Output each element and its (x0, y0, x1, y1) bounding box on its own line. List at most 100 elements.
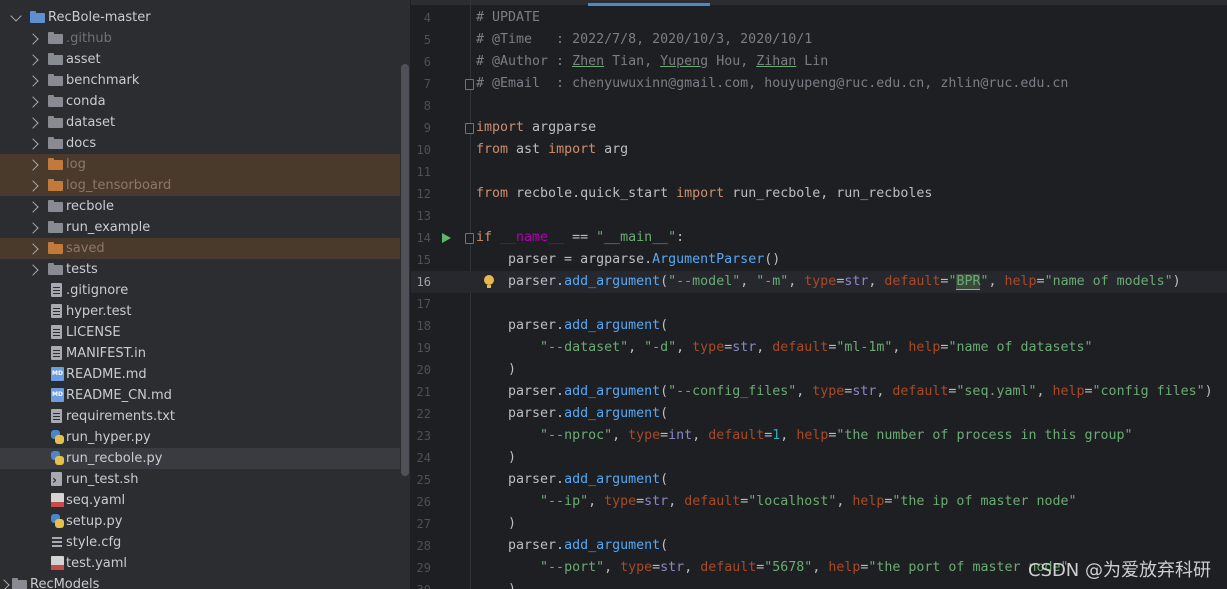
tree-item-run-recbole-py[interactable]: run_recbole.py (0, 448, 400, 469)
tree-item-requirements-txt[interactable]: requirements.txt (0, 406, 400, 427)
line-number[interactable]: 4 (411, 7, 431, 29)
tree-item-run-example[interactable]: run_example (0, 217, 400, 238)
tree-item-conda[interactable]: conda (0, 91, 400, 112)
code-line[interactable]: 27 ) (411, 513, 1227, 535)
tree-item-github[interactable]: .github (0, 28, 400, 49)
code-line[interactable]: 28 parser.add_argument( (411, 535, 1227, 557)
code-line[interactable]: 13 (411, 205, 1227, 227)
fold-marker-icon[interactable] (465, 233, 474, 244)
code-line[interactable]: 11 (411, 161, 1227, 183)
code-line[interactable]: 22 parser.add_argument( (411, 403, 1227, 425)
tree-item-log[interactable]: log (0, 154, 400, 175)
code-line[interactable]: 17 (411, 293, 1227, 315)
tree-item-saved[interactable]: saved (0, 238, 400, 259)
tree-item-run-test-sh[interactable]: run_test.sh (0, 469, 400, 491)
tree-item-log-tensorboard[interactable]: log_tensorboard (0, 175, 400, 196)
line-number[interactable]: 13 (411, 205, 431, 227)
code-line[interactable]: 24 ) (411, 447, 1227, 469)
code-line[interactable]: 9 import argparse (411, 117, 1227, 139)
tree-root-recbole-master[interactable]: RecBole-master (0, 7, 400, 28)
tree-item-license[interactable]: LICENSE (0, 322, 400, 343)
line-number[interactable]: 14 (411, 227, 431, 249)
tree-item-dataset[interactable]: dataset (0, 112, 400, 133)
code-line[interactable]: 20 ) (411, 359, 1227, 381)
tree-root-recmodels[interactable]: RecModels (0, 574, 400, 589)
tree-item-setup-py[interactable]: setup.py (0, 511, 400, 532)
line-number[interactable]: 20 (411, 359, 431, 381)
code-line[interactable]: 5 # @Time : 2022/7/8, 2020/10/3, 2020/10/… (411, 29, 1227, 51)
tab-run-recbole-indicator[interactable] (588, 3, 710, 6)
line-number[interactable]: 16 (411, 271, 431, 293)
tree-item-tests[interactable]: tests (0, 259, 400, 280)
chevron-right-icon[interactable] (27, 264, 39, 276)
code-line[interactable]: 12 from recbole.quick_start import run_re… (411, 183, 1227, 205)
line-number[interactable]: 15 (411, 249, 431, 271)
chevron-right-icon[interactable] (0, 579, 10, 589)
tree-item-style-cfg[interactable]: style.cfg (0, 532, 400, 553)
run-gutter-icon[interactable] (442, 233, 451, 243)
chevron-right-icon[interactable] (27, 243, 39, 255)
line-number[interactable]: 9 (411, 117, 431, 139)
line-number[interactable]: 6 (411, 51, 431, 73)
line-number[interactable]: 28 (411, 535, 431, 557)
tree-item-recbole[interactable]: recbole (0, 196, 400, 217)
chevron-right-icon[interactable] (27, 117, 39, 129)
code-line[interactable]: 7 # @Email : chenyuwuxinn@gmail.com, houy… (411, 73, 1227, 95)
tree-item-readme-md[interactable]: MD README.md (0, 364, 400, 385)
code-editor[interactable]: 4 # UPDATE 5 # @Time : 2022/7/8, 2020/10/3,… (411, 0, 1227, 589)
tree-scrollbar[interactable] (401, 64, 409, 476)
fold-marker-icon[interactable] (465, 123, 474, 134)
chevron-right-icon[interactable] (27, 33, 39, 45)
chevron-right-icon[interactable] (27, 54, 39, 66)
tree-item-docs[interactable]: docs (0, 133, 400, 154)
line-number[interactable]: 21 (411, 381, 431, 403)
line-number[interactable]: 26 (411, 491, 431, 513)
line-number[interactable]: 11 (411, 161, 431, 183)
code-line[interactable]: 23 "--nproc", type=int, default=1, help=… (411, 425, 1227, 447)
tree-item-gitignore[interactable]: .gitignore (0, 280, 400, 301)
tree-item-asset[interactable]: asset (0, 49, 400, 70)
line-number[interactable]: 29 (411, 557, 431, 579)
line-number[interactable]: 18 (411, 315, 431, 337)
line-number[interactable]: 5 (411, 29, 431, 51)
tree-item-test-yaml[interactable]: test.yaml (0, 553, 400, 574)
chevron-right-icon[interactable] (27, 222, 39, 234)
chevron-right-icon[interactable] (27, 159, 39, 171)
chevron-right-icon[interactable] (27, 75, 39, 87)
line-number[interactable]: 23 (411, 425, 431, 447)
code-line[interactable]: 25 parser.add_argument( (411, 469, 1227, 491)
chevron-right-icon[interactable] (27, 201, 39, 213)
line-number[interactable]: 25 (411, 469, 431, 491)
chevron-right-icon[interactable] (27, 138, 39, 150)
tree-item-run-hyper-py[interactable]: run_hyper.py (0, 427, 400, 448)
line-number[interactable]: 27 (411, 513, 431, 535)
tree-item-manifest-in[interactable]: MANIFEST.in (0, 343, 400, 364)
code-line[interactable]: 26 "--ip", type=str, default="localhost"… (411, 491, 1227, 513)
tree-item-hyper-test[interactable]: hyper.test (0, 301, 400, 322)
fold-marker-icon[interactable] (465, 79, 474, 90)
line-number[interactable]: 30 (411, 579, 431, 589)
line-number[interactable]: 7 (411, 73, 431, 95)
code-line[interactable]: 19 "--dataset", "-d", type=str, default=… (411, 337, 1227, 359)
line-number[interactable]: 10 (411, 139, 431, 161)
line-number[interactable]: 17 (411, 293, 431, 315)
code-line[interactable]: 18 parser.add_argument( (411, 315, 1227, 337)
line-number[interactable]: 22 (411, 403, 431, 425)
code-line[interactable]: 4 # UPDATE (411, 7, 1227, 29)
line-number[interactable]: 19 (411, 337, 431, 359)
chevron-right-icon[interactable] (27, 96, 39, 108)
chevron-right-icon[interactable] (27, 180, 39, 192)
line-number[interactable]: 12 (411, 183, 431, 205)
tree-item-benchmark[interactable]: benchmark (0, 70, 400, 91)
code-line[interactable]: 6 # @Author : Zhen Tian, Yupeng Hou, Ziha… (411, 51, 1227, 73)
code-line[interactable]: 16 parser.add_argument("--model", "-m", … (411, 271, 1227, 293)
tree-item-seq-yaml[interactable]: seq.yaml (0, 490, 400, 511)
code-line[interactable]: 15 parser = argparse.ArgumentParser() (411, 249, 1227, 271)
chevron-down-icon[interactable] (10, 10, 22, 22)
tree-item-readme-cn-md[interactable]: MD README_CN.md (0, 385, 400, 406)
code-line[interactable]: 10 from ast import arg (411, 139, 1227, 161)
line-number[interactable]: 24 (411, 447, 431, 469)
code-line[interactable]: 21 parser.add_argument("--config_files",… (411, 381, 1227, 403)
line-number[interactable]: 8 (411, 95, 431, 117)
code-line[interactable]: 8 (411, 95, 1227, 117)
